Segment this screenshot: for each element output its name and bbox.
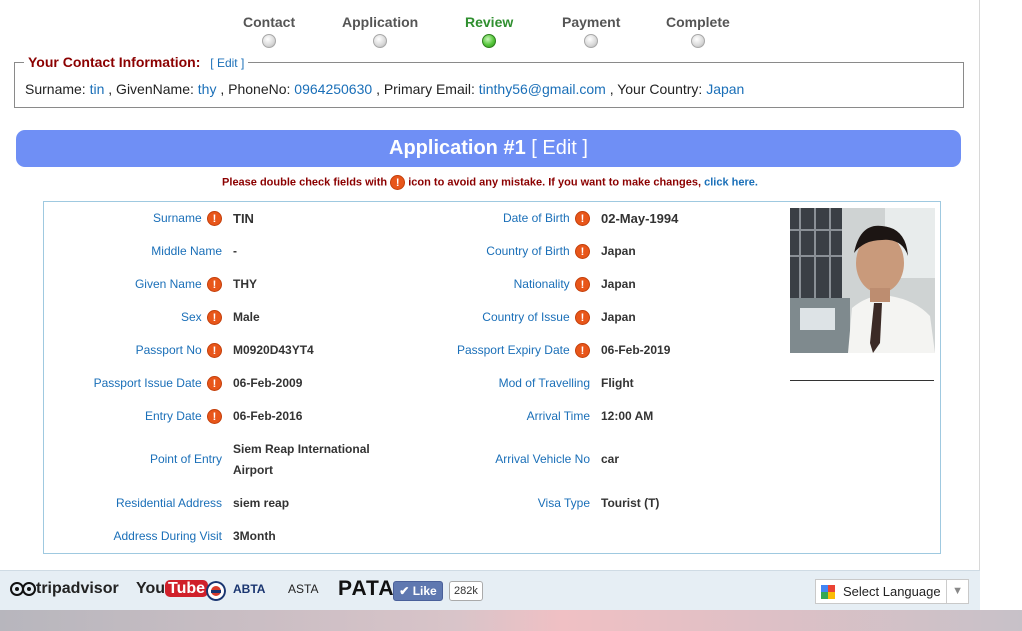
step-indicator-icon xyxy=(584,34,599,48)
edit-application-link[interactable]: [ Edit ] xyxy=(531,137,588,159)
field-row: Mod of Travelling Flight xyxy=(44,376,942,396)
field-label: Passport Expiry Date ! xyxy=(457,343,590,359)
warning-icon: ! xyxy=(390,175,406,190)
step-label: Payment xyxy=(562,14,621,30)
step-payment: Payment xyxy=(562,14,620,48)
warning-icon: ! xyxy=(575,343,590,359)
contact-info-title: Your Contact Information: xyxy=(28,54,201,70)
application-header: Application #1 [ Edit ] xyxy=(16,130,961,167)
facebook-like-button[interactable]: ✔ Like xyxy=(393,581,443,601)
warning-icon: ! xyxy=(575,310,590,326)
application-details-panel: Surname ! TIN Middle Name - Given Name !… xyxy=(43,201,941,554)
step-application: Application xyxy=(342,14,418,48)
contact-email: tinthy56@gmail.com xyxy=(478,81,606,97)
warning-text: Please double check fields with xyxy=(222,176,388,189)
field-value: Tourist (T) xyxy=(601,496,660,510)
applicant-photo xyxy=(790,208,935,353)
field-value: Japan xyxy=(601,277,636,291)
tripadvisor-text: tripadvisor xyxy=(36,580,119,597)
dropdown-arrow-icon: ▼ xyxy=(946,580,963,603)
field-value: car xyxy=(601,452,620,466)
signature-line xyxy=(790,380,934,381)
pata-logo: PATA xyxy=(338,577,395,600)
youtube-logo[interactable]: You Tube xyxy=(136,580,209,598)
warning-text-after: icon to avoid any mistake. If you want t… xyxy=(408,176,702,189)
field-label: Arrival Time xyxy=(526,409,590,423)
contact-country: Japan xyxy=(706,81,745,97)
field-row: Arrival Time 12:00 AM xyxy=(44,409,942,429)
phone-label: , PhoneNo: xyxy=(220,81,291,97)
field-value: Japan xyxy=(601,310,636,324)
field-label: Address During Visit xyxy=(113,529,223,543)
warning-icon: ! xyxy=(575,277,590,293)
step-contact: Contact xyxy=(243,14,295,48)
step-review: Review xyxy=(465,14,513,48)
make-changes-link[interactable]: click here. xyxy=(704,176,758,188)
step-indicator-icon xyxy=(262,34,277,48)
progress-steps: Contact Application Review Payment Compl… xyxy=(0,14,980,54)
review-warning: Please double check fields with ! icon t… xyxy=(0,175,980,190)
contact-phone: 0964250630 xyxy=(294,81,373,97)
association-emblem-icon xyxy=(206,581,226,601)
field-row: Address During Visit 3Month xyxy=(44,529,942,549)
field-value: 3Month xyxy=(233,529,276,543)
warning-icon: ! xyxy=(575,244,590,260)
tripadvisor-logo[interactable]: tripadvisor xyxy=(10,580,119,598)
os-taskbar xyxy=(0,610,1022,631)
like-count: 282k xyxy=(449,581,483,601)
field-label: Mod of Travelling xyxy=(498,376,590,390)
field-row: Arrival Vehicle No car xyxy=(44,452,942,472)
field-value: Flight xyxy=(601,376,634,390)
country-label: , Your Country: xyxy=(609,81,703,97)
language-label: Select Language xyxy=(843,584,941,599)
contact-surname: tin xyxy=(89,81,105,97)
contact-given-name: thy xyxy=(197,81,217,97)
step-label: Contact xyxy=(243,14,296,30)
surname-label: Surname: xyxy=(25,81,86,97)
language-select[interactable]: Select Language ▼ xyxy=(815,579,969,604)
field-row: Visa Type Tourist (T) xyxy=(44,496,942,516)
contact-summary: Surname: tin , GivenName: thy , PhoneNo:… xyxy=(25,81,744,97)
tripadvisor-owl-icon xyxy=(10,581,36,596)
field-label: Nationality ! xyxy=(514,277,590,293)
youtube-you-text: You xyxy=(136,580,166,597)
given-name-label: , GivenName: xyxy=(108,81,194,97)
step-indicator-icon xyxy=(373,34,388,48)
field-value: Japan xyxy=(601,244,636,258)
step-label: Complete xyxy=(666,14,730,30)
edit-contact-link[interactable]: [ Edit ] xyxy=(210,56,244,70)
youtube-tube-text: Tube xyxy=(165,580,209,597)
abta-logo: ABTA xyxy=(233,582,266,596)
field-label: Country of Issue ! xyxy=(482,310,590,326)
field-label: Date of Birth ! xyxy=(503,211,590,227)
page-margin xyxy=(980,0,1022,570)
step-indicator-icon xyxy=(690,34,705,48)
field-label: Country of Birth ! xyxy=(486,244,590,260)
step-complete: Complete xyxy=(666,14,730,48)
application-review-page: Contact Application Review Payment Compl… xyxy=(0,0,980,570)
warning-icon: ! xyxy=(575,211,590,227)
field-value: 12:00 AM xyxy=(601,409,654,423)
email-label: , Primary Email: xyxy=(376,81,475,97)
google-translate-icon xyxy=(821,585,835,599)
field-value: 06-Feb-2019 xyxy=(601,343,671,357)
partner-footer: tripadvisor You Tube ABTA ASTA PATA ✔ Lik… xyxy=(0,570,980,610)
field-label: Visa Type xyxy=(537,496,590,510)
field-label: Arrival Vehicle No xyxy=(495,452,590,466)
field-value: 02-May-1994 xyxy=(601,211,679,226)
application-title: Application #1 xyxy=(389,137,526,159)
step-label: Application xyxy=(342,14,419,30)
step-label: Review xyxy=(465,14,514,30)
asta-logo: ASTA xyxy=(288,582,319,596)
contact-info-legend: Your Contact Information: [ Edit ] xyxy=(24,54,249,70)
step-indicator-active-icon xyxy=(482,34,497,48)
